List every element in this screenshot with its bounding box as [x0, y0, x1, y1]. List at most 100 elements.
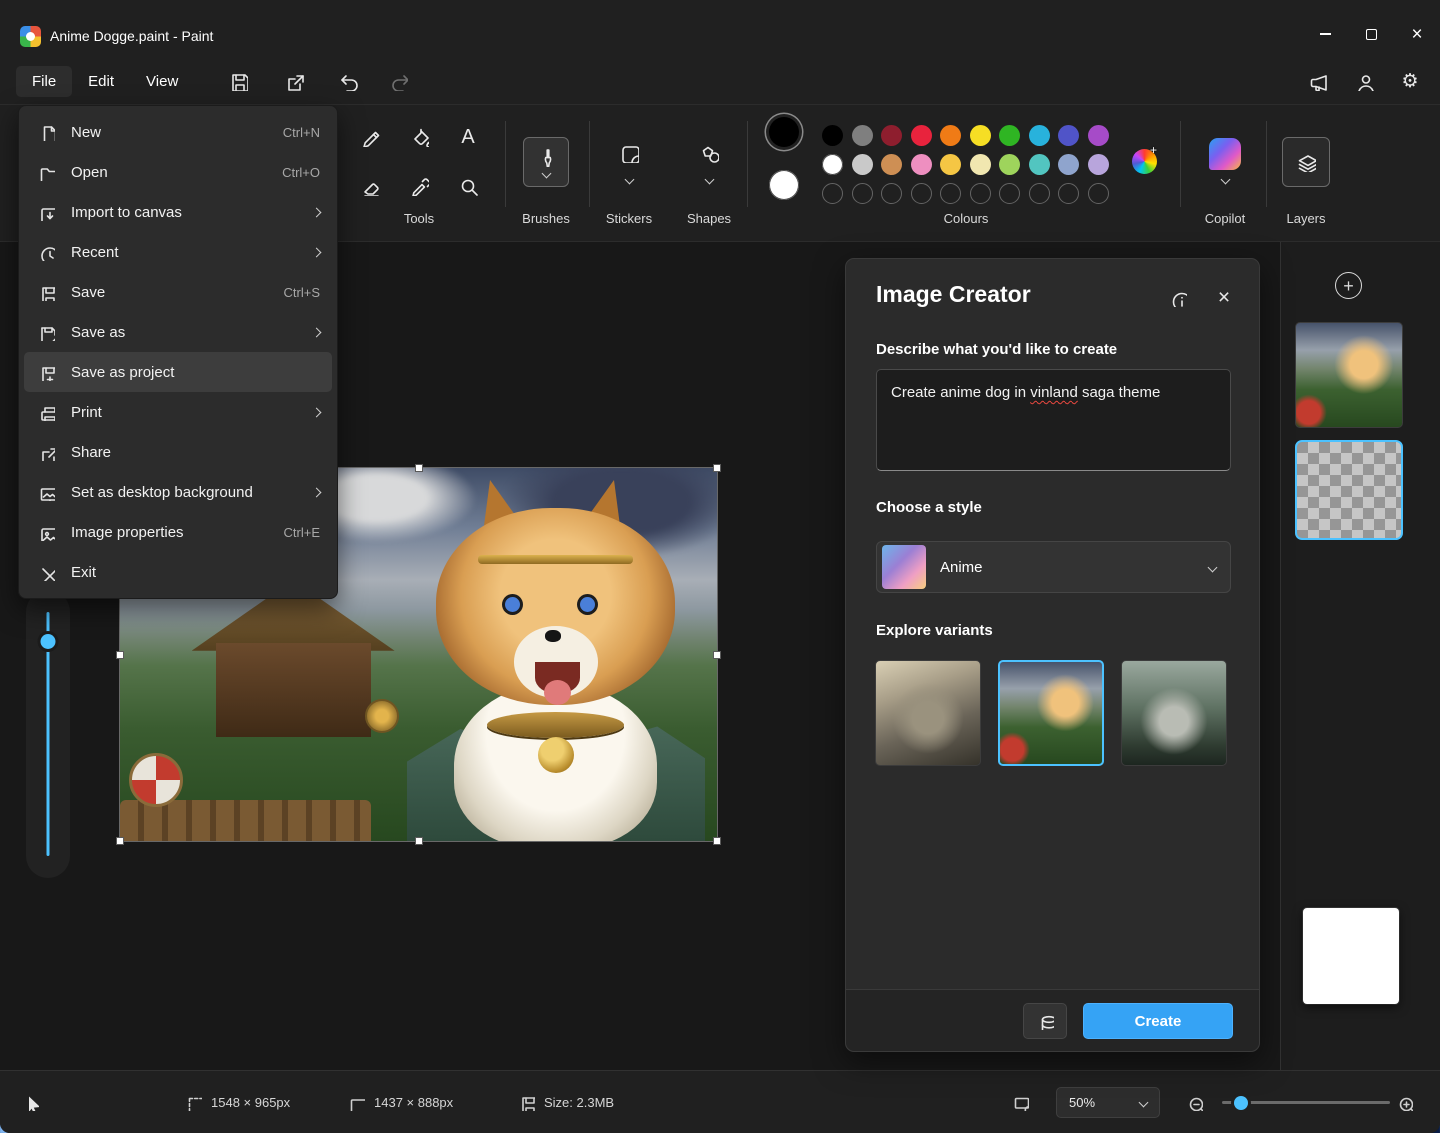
colour-swatch[interactable] [881, 154, 902, 175]
selection-handle-top[interactable] [415, 464, 423, 472]
zoom-in-button[interactable] [1396, 1071, 1413, 1133]
close-panel-button[interactable]: × [1209, 283, 1239, 313]
colour-swatch-empty[interactable] [822, 183, 843, 204]
colour-swatch[interactable] [911, 154, 932, 175]
edit-menu-button[interactable]: Edit [72, 66, 130, 97]
chevron-down-icon[interactable] [705, 175, 715, 185]
prompt-textarea[interactable]: Create anime dog in vinland saga theme [876, 369, 1231, 471]
colour-swatch[interactable] [852, 125, 873, 146]
create-button[interactable]: Create [1083, 1003, 1233, 1039]
colour-swatch[interactable] [999, 125, 1020, 146]
save-button[interactable] [218, 64, 258, 98]
colour-swatch[interactable] [1088, 154, 1109, 175]
file-menu-item-save[interactable]: Save Ctrl+S [24, 272, 332, 312]
view-menu-button[interactable]: View [130, 66, 194, 97]
file-menu-item-image-properties[interactable]: Image properties Ctrl+E [24, 512, 332, 552]
colour-swatch-empty[interactable] [852, 183, 873, 204]
file-menu-item-save-as-project[interactable]: Save as project [24, 352, 332, 392]
file-menu-item-exit[interactable]: Exit [24, 552, 332, 592]
selection-handle-left[interactable] [116, 651, 124, 659]
variant-thumbnail-3[interactable] [1121, 660, 1227, 766]
selection-handle-bottom-left[interactable] [116, 837, 124, 845]
magnifier-tool-button[interactable] [448, 166, 488, 206]
minimize-button[interactable] [1302, 14, 1348, 54]
undo-button[interactable] [328, 64, 368, 98]
colour-swatch-empty[interactable] [1029, 183, 1050, 204]
account-button[interactable] [1344, 64, 1384, 98]
colour-swatch[interactable] [999, 154, 1020, 175]
colour-swatch[interactable] [852, 154, 873, 175]
colour-swatch[interactable] [970, 125, 991, 146]
file-menu-item-recent[interactable]: Recent [24, 232, 332, 272]
share-button[interactable] [274, 64, 314, 98]
file-menu-button[interactable]: File [16, 66, 72, 97]
selection-handle-right[interactable] [713, 651, 721, 659]
variant-thumbnail-1[interactable] [875, 660, 981, 766]
colour-swatch[interactable] [881, 125, 902, 146]
text-tool-button[interactable]: A [448, 117, 488, 157]
redo-button[interactable] [378, 64, 418, 98]
file-menu-item-print[interactable]: Print [24, 392, 332, 432]
colour-swatch-empty[interactable] [1088, 183, 1109, 204]
file-menu-item-import-to-canvas[interactable]: Import to canvas [24, 192, 332, 232]
colour-swatch-empty[interactable] [1058, 183, 1079, 204]
close-button[interactable]: × [1394, 14, 1440, 54]
vertical-slider[interactable] [26, 590, 70, 878]
colour-swatch[interactable] [940, 154, 961, 175]
colour-swatch[interactable] [822, 154, 843, 175]
zoom-slider[interactable] [1222, 1101, 1390, 1104]
file-menu-item-open[interactable]: Open Ctrl+O [24, 152, 332, 192]
chevron-down-icon[interactable] [1221, 175, 1231, 185]
colour-swatch[interactable] [1058, 125, 1079, 146]
maximize-button[interactable] [1348, 14, 1394, 54]
eraser-tool-button[interactable] [350, 166, 390, 206]
colour-swatch[interactable] [940, 125, 961, 146]
fit-to-screen-button[interactable] [1012, 1071, 1029, 1133]
color-picker-tool-button[interactable] [399, 166, 439, 206]
layer-thumbnail-2-selected[interactable] [1295, 440, 1403, 540]
desktop-background-icon [38, 484, 55, 501]
pencil-tool-button[interactable] [350, 117, 390, 157]
layers-button[interactable] [1282, 137, 1330, 187]
stickers-button[interactable] [609, 133, 649, 173]
background-layer-thumbnail[interactable] [1303, 908, 1399, 1004]
file-menu-item-set-as-desktop-background[interactable]: Set as desktop background [24, 472, 332, 512]
fill-tool-button[interactable] [399, 117, 439, 157]
zoom-slider-thumb[interactable] [1234, 1096, 1248, 1110]
zoom-level-dropdown[interactable]: 50% [1056, 1087, 1160, 1118]
copilot-button[interactable] [1209, 138, 1241, 170]
layer-thumbnail-1[interactable] [1295, 322, 1403, 428]
style-dropdown[interactable]: Anime [876, 541, 1231, 593]
secondary-colour-swatch[interactable] [769, 170, 799, 200]
info-button[interactable] [1163, 283, 1193, 313]
colour-swatch-empty[interactable] [911, 183, 932, 204]
file-menu-item-new[interactable]: New Ctrl+N [24, 112, 332, 152]
file-menu-item-save-as[interactable]: Save as [24, 312, 332, 352]
vertical-slider-thumb[interactable] [41, 634, 56, 649]
colour-swatch[interactable] [970, 154, 991, 175]
colour-swatch[interactable] [1029, 154, 1050, 175]
colour-swatch[interactable] [1058, 154, 1079, 175]
colour-swatch-empty[interactable] [940, 183, 961, 204]
selection-handle-bottom[interactable] [415, 837, 423, 845]
colour-swatch-empty[interactable] [970, 183, 991, 204]
shapes-button[interactable] [689, 133, 729, 173]
selection-handle-top-right[interactable] [713, 464, 721, 472]
colour-swatch[interactable] [1088, 125, 1109, 146]
zoom-out-button[interactable] [1186, 1071, 1203, 1133]
colour-swatch[interactable] [1029, 125, 1050, 146]
chevron-down-icon[interactable] [625, 175, 635, 185]
colour-swatch[interactable] [911, 125, 932, 146]
variant-thumbnail-2-selected[interactable] [998, 660, 1104, 766]
colour-swatch-empty[interactable] [881, 183, 902, 204]
brushes-button[interactable] [523, 137, 569, 187]
feedback-button[interactable] [1298, 64, 1338, 98]
colour-swatch-empty[interactable] [999, 183, 1020, 204]
primary-colour-swatch[interactable] [769, 117, 799, 147]
credits-button[interactable] [1023, 1003, 1067, 1039]
file-menu-item-share[interactable]: Share [24, 432, 332, 472]
selection-handle-bottom-right[interactable] [713, 837, 721, 845]
settings-button[interactable]: ⚙ [1390, 64, 1430, 98]
add-layer-button[interactable]: + [1335, 272, 1362, 299]
colour-swatch[interactable] [822, 125, 843, 146]
